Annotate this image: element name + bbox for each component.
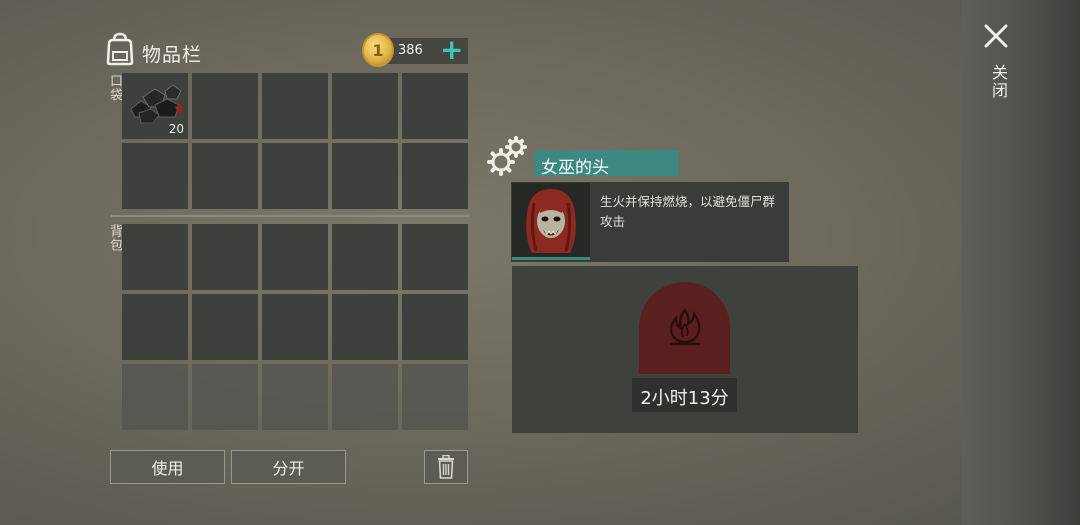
fire-icon (670, 308, 701, 346)
inventory-slot[interactable] (192, 224, 258, 290)
locked-slot (332, 364, 398, 430)
split-button[interactable]: 分开 (231, 450, 346, 484)
item-count: 20 (168, 122, 184, 136)
inventory-slot[interactable] (262, 224, 328, 290)
inventory-slot[interactable] (122, 294, 188, 360)
inventory-slot[interactable] (192, 294, 258, 360)
coin-amount: 386 (398, 43, 423, 58)
inventory-slot[interactable] (332, 294, 398, 360)
pocket-grid: 20 (122, 73, 468, 209)
inventory-slot[interactable] (122, 143, 188, 209)
inventory-slot[interactable] (402, 143, 468, 209)
inventory-slot[interactable] (192, 73, 258, 139)
locked-slot (192, 364, 258, 430)
portrait-underline (512, 257, 590, 260)
inventory-slot[interactable] (262, 294, 328, 360)
inventory-slot[interactable] (402, 73, 468, 139)
inventory-slot[interactable] (332, 224, 398, 290)
inventory-slot[interactable] (402, 224, 468, 290)
coal-icon (130, 84, 183, 124)
inventory-slot[interactable] (402, 294, 468, 360)
item-description: 生火并保持燃烧，以避免僵尸群攻击 (600, 194, 776, 229)
gears-icon (487, 136, 527, 176)
trash-button[interactable] (424, 450, 468, 484)
inventory-slot[interactable] (122, 224, 188, 290)
add-coins-button[interactable]: + (440, 36, 463, 64)
backpack-icon (106, 32, 134, 66)
inventory-slot[interactable] (262, 73, 328, 139)
witch-head-icon (526, 189, 576, 253)
inventory-slot[interactable] (332, 73, 398, 139)
inventory-slot[interactable] (192, 143, 258, 209)
burn-timer: 2小时13分 (640, 388, 729, 409)
side-strip (962, 0, 1080, 525)
coin-icon: 1 (362, 33, 394, 67)
locked-slot (122, 364, 188, 430)
close-icon[interactable] (982, 22, 1010, 50)
close-button-label[interactable]: 关闭 (986, 64, 1010, 100)
use-button[interactable]: 使用 (110, 450, 225, 484)
witch-head-portrait (512, 183, 590, 259)
inventory-slot[interactable] (332, 143, 398, 209)
item-title: 女巫的头 (541, 158, 609, 178)
backpack-grid (122, 224, 468, 430)
inventory-title: 物品栏 (142, 44, 203, 66)
inventory-slot[interactable] (262, 143, 328, 209)
section-divider (111, 215, 469, 217)
inventory-slot-coal[interactable]: 20 (122, 73, 188, 139)
locked-slot (402, 364, 468, 430)
trash-icon (438, 455, 454, 479)
locked-slot (262, 364, 328, 430)
